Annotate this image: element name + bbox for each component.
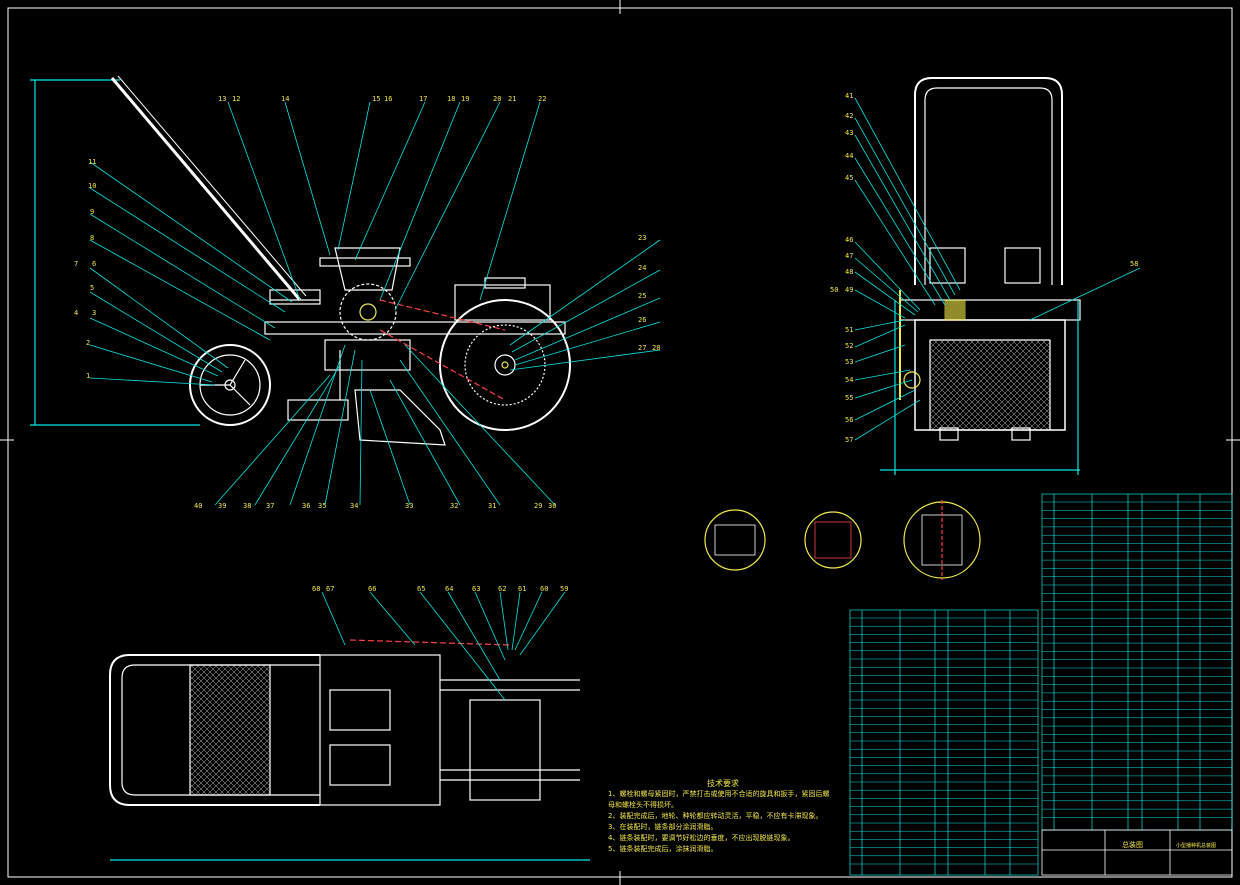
front-label: 5 xyxy=(90,284,94,292)
top-label: 61 xyxy=(518,585,526,593)
side-label: 52 xyxy=(845,342,853,350)
front-label: 39 xyxy=(218,502,226,510)
side-label: 57 xyxy=(845,436,853,444)
front-label: 36 xyxy=(302,502,310,510)
side-label: 54 xyxy=(845,376,853,384)
top-label: 60 xyxy=(540,585,548,593)
tech-line: 5、链条装配完成后，涂抹润滑脂。 xyxy=(608,845,718,853)
front-label: 27 xyxy=(638,344,646,352)
side-label: 49 xyxy=(845,286,853,294)
side-label: 58 xyxy=(1130,260,1138,268)
front-label: 38 xyxy=(243,502,251,510)
top-label: 62 xyxy=(498,585,506,593)
detail-views xyxy=(704,500,981,580)
front-label: 35 xyxy=(318,502,326,510)
top-label: 67 xyxy=(326,585,334,593)
front-label: 37 xyxy=(266,502,274,510)
front-label: 26 xyxy=(638,316,646,324)
front-label: 7 xyxy=(74,260,78,268)
front-label: 24 xyxy=(638,264,646,272)
front-view-leaders xyxy=(89,101,661,506)
front-label: 10 xyxy=(88,182,96,190)
side-label: 55 xyxy=(845,394,853,402)
front-label: 22 xyxy=(538,95,546,103)
tech-line: 1、螺栓和螺母紧固时，严禁打击或使用不合适的旋具和扳手，紧固后螺 xyxy=(608,790,830,798)
side-view xyxy=(880,77,1081,475)
side-label: 44 xyxy=(845,152,853,160)
front-label: 4 xyxy=(74,309,78,317)
front-label: 21 xyxy=(508,95,516,103)
top-label: 64 xyxy=(445,585,453,593)
title-block-name: 总装图 xyxy=(1122,840,1143,849)
side-label: 46 xyxy=(845,236,853,244)
top-label: 66 xyxy=(368,585,376,593)
front-label: 11 xyxy=(88,158,96,166)
top-label: 65 xyxy=(417,585,425,593)
front-label: 15 xyxy=(372,95,380,103)
side-label: 56 xyxy=(845,416,853,424)
front-label: 2 xyxy=(86,339,90,347)
title-block xyxy=(1041,829,1233,876)
front-label: 18 xyxy=(447,95,455,103)
front-view-label-group: 1 2 3 4 5 6 7 8 9 10 11 12 13 14 15 16 1… xyxy=(74,95,660,510)
side-label: 48 xyxy=(845,268,853,276)
title-block-subtitle: 小型播种机总装图 xyxy=(1176,842,1216,849)
top-label: 59 xyxy=(560,585,568,593)
side-label: 41 xyxy=(845,92,853,100)
front-label: 29 xyxy=(534,502,542,510)
side-label: 50 xyxy=(830,286,838,294)
side-label: 47 xyxy=(845,252,853,260)
tech-line: 2、装配完成后，地轮、种轮都应转动灵活，平稳，不应有卡滞现象。 xyxy=(608,812,823,820)
front-label: 40 xyxy=(194,502,202,510)
front-label: 8 xyxy=(90,234,94,242)
front-label: 25 xyxy=(638,292,646,300)
top-label: 63 xyxy=(472,585,480,593)
front-label: 31 xyxy=(488,502,496,510)
front-label: 1 xyxy=(86,372,90,380)
top-view xyxy=(109,639,590,861)
side-label: 51 xyxy=(845,326,853,334)
front-label: 3 xyxy=(92,309,96,317)
side-label: 42 xyxy=(845,112,853,120)
front-label: 13 xyxy=(218,95,226,103)
parts-list-left xyxy=(849,609,1039,876)
front-label: 20 xyxy=(493,95,501,103)
front-label: 9 xyxy=(90,208,94,216)
side-label: 43 xyxy=(845,129,853,137)
front-label: 17 xyxy=(419,95,427,103)
front-label: 19 xyxy=(461,95,469,103)
front-label: 14 xyxy=(281,95,289,103)
top-view-leaders xyxy=(321,591,566,701)
side-label: 45 xyxy=(845,174,853,182)
tech-line: 3、在装配时，链条部分涂润滑脂。 xyxy=(608,823,718,831)
front-label: 32 xyxy=(450,502,458,510)
front-label: 16 xyxy=(384,95,392,103)
front-label: 28 xyxy=(652,344,660,352)
parts-list-right xyxy=(1041,493,1233,831)
front-label: 30 xyxy=(548,502,556,510)
top-label: 68 xyxy=(312,585,320,593)
tech-line: 母和螺栓头不得损坏。 xyxy=(608,801,678,809)
tech-line: 4、链条装配时，要调节好松边的垂度，不应出现脱链现象。 xyxy=(608,834,795,842)
front-label: 33 xyxy=(405,502,413,510)
top-view-label-group: 59 60 61 62 63 64 65 66 67 68 xyxy=(312,585,568,593)
tech-title: 技术要求 xyxy=(707,779,739,788)
assembly-drawing: 1 2 3 4 5 6 7 8 9 10 11 12 13 14 15 16 1… xyxy=(0,0,1240,885)
front-label: 6 xyxy=(92,260,96,268)
front-label: 23 xyxy=(638,234,646,242)
front-label: 34 xyxy=(350,502,358,510)
technical-requirements: 技术要求 1、螺栓和螺母紧固时，严禁打击或使用不合适的旋具和扳手，紧固后螺 母和… xyxy=(608,778,838,855)
front-label: 12 xyxy=(232,95,240,103)
front-view xyxy=(30,75,571,446)
side-label: 53 xyxy=(845,358,853,366)
